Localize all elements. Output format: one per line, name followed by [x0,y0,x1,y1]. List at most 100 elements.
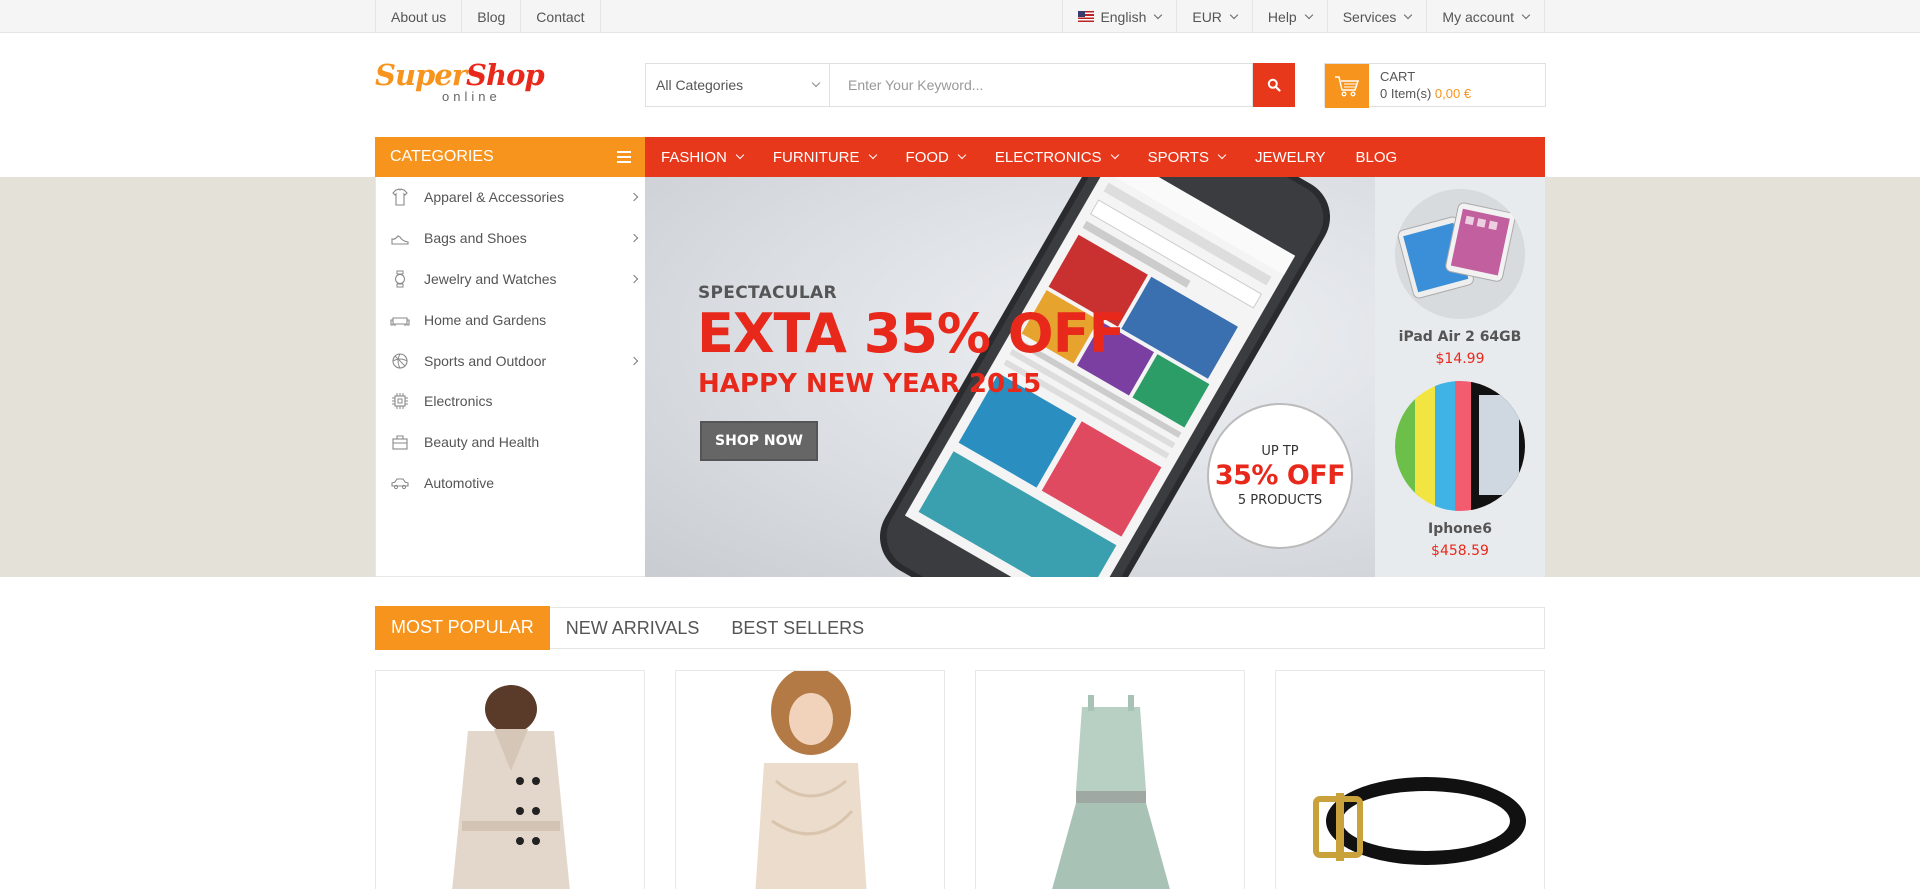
category-item[interactable]: Bags and Shoes [376,218,645,259]
banner-kicker: SPECTACULAR [698,283,837,303]
category-item-label: Apparel & Accessories [424,189,565,206]
chevron-down-icon [1229,10,1239,19]
nav-item-label: FOOD [905,148,949,166]
category-item[interactable]: Home and Gardens [376,299,645,340]
product-card[interactable] [1275,670,1545,889]
product-card[interactable] [975,670,1245,889]
help-label: Help [1267,8,1297,25]
logo-tagline: online [442,89,501,104]
category-item-label: Bags and Shoes [424,230,527,247]
side-product-card[interactable]: iPad Air 2 64GB $14.99 [1375,189,1545,367]
nav-item-food[interactable]: FOOD [905,148,967,166]
contact-link[interactable]: Contact [520,0,601,33]
search-button[interactable] [1253,63,1295,107]
category-select[interactable]: All Categories [645,63,829,107]
hero-banner[interactable]: SPECTACULAR EXTA 35% OFF HAPPY NEW YEAR … [645,177,1375,577]
product-card[interactable] [375,670,645,889]
us-flag-icon [1078,11,1095,22]
search-icon [1267,78,1281,92]
chevron-down-icon [957,150,967,160]
category-menu: Apparel & Accessories Bags and Shoes Jewel… [375,177,645,577]
ball-icon [390,351,410,371]
currency-label: EUR [1192,8,1222,25]
nav-item-label: JEWELRY [1254,148,1326,166]
badge-discount: 35% OFF [1214,460,1346,491]
product-grid [375,670,1545,889]
account-label: My account [1442,8,1514,25]
nav-item-sports[interactable]: SPORTS [1147,148,1227,166]
category-item[interactable]: Automotive [376,463,645,504]
my-account-dropdown[interactable]: My account [1426,0,1545,33]
main-nav: FASHION FURNITURE FOOD ELECTRONICS SPORTS JEW… [645,137,1545,177]
dress-product-image [1052,695,1170,889]
nav-item-label: FURNITURE [772,148,860,166]
chip-icon [390,391,410,411]
side-product-price: $458.59 [1431,543,1489,559]
about-us-link[interactable]: About us [375,0,461,33]
side-product-name: iPad Air 2 64GB [1398,329,1522,345]
product-card[interactable] [675,670,945,889]
chevron-down-icon [1110,150,1119,160]
search-input[interactable] [829,63,1253,107]
shoe-icon [390,228,410,248]
side-product-price: $14.99 [1435,351,1485,367]
discount-badge: UP TP 35% OFF 5 PRODUCTS [1207,403,1353,549]
shop-now-button[interactable]: SHOP NOW [700,421,818,461]
top-bar: About us Blog Contact English EUR Help S… [0,0,1920,33]
category-select-value: All Categories [656,77,744,93]
tab-new-arrivals[interactable]: NEW ARRIVALS [550,607,716,649]
shirt-icon [390,187,410,207]
cart-widget[interactable]: CART 0 Item(s) 0,00 € [1324,63,1546,108]
cart-summary: 0 Item(s) 0,00 € [1380,86,1471,101]
cart-item-count: 0 Item(s) [1380,86,1432,101]
nav-item-blog[interactable]: BLOG [1356,149,1398,166]
category-item[interactable]: Beauty and Health [376,422,645,463]
chevron-down-icon [1304,10,1313,19]
coat-product-image [452,685,570,889]
badge-top-text: UP TP [1261,444,1299,459]
categories-toggle[interactable]: CATEGORIES [375,137,645,177]
chevron-down-icon [735,150,745,160]
category-item[interactable]: Apparel & Accessories [376,177,645,218]
currency-dropdown[interactable]: EUR [1176,0,1252,33]
site-logo[interactable]: SuperShop online [375,58,545,108]
category-item[interactable]: Electronics [376,381,645,422]
cart-total: 0,00 € [1434,86,1472,101]
language-dropdown[interactable]: English [1062,0,1176,33]
chevron-down-icon [1404,10,1413,19]
product-tabs: MOST POPULAR NEW ARRIVALS BEST SELLERS [375,605,1545,650]
help-dropdown[interactable]: Help [1251,0,1327,33]
services-dropdown[interactable]: Services [1326,0,1427,33]
chevron-right-icon [629,233,639,243]
category-item[interactable]: Sports and Outdoor [376,340,645,381]
top-dropdowns: English EUR Help Services My account [1062,0,1545,33]
nav-item-label: FASHION [661,148,727,166]
nav-item-furniture[interactable]: FURNITURE [772,148,877,166]
top-links: About us Blog Contact [375,0,601,33]
car-icon [390,473,410,493]
nav-item-electronics[interactable]: ELECTRONICS [994,148,1119,166]
category-item-label: Beauty and Health [424,434,540,451]
blog-link[interactable]: Blog [461,0,520,33]
category-item-label: Sports and Outdoor [424,352,547,369]
tab-best-sellers[interactable]: BEST SELLERS [715,607,880,649]
tab-most-popular[interactable]: MOST POPULAR [375,605,550,650]
nav-item-label: BLOG [1355,148,1398,166]
chevron-right-icon [629,356,639,365]
nav-item-label: ELECTRONICS [994,148,1102,166]
chevron-down-icon [1521,10,1531,19]
side-promotions: iPad Air 2 64GB $14.99 Iphone6 $458.59 [1375,177,1545,577]
nav-item-label: SPORTS [1147,148,1209,166]
iphone-image [1395,381,1525,511]
watch-icon [390,269,410,289]
side-product-card[interactable]: Iphone6 $458.59 [1375,381,1545,559]
chevron-down-icon [1217,150,1227,160]
chevron-down-icon [811,78,821,88]
nav-item-fashion[interactable]: FASHION [661,148,745,166]
category-item[interactable]: Jewelry and Watches [376,259,645,300]
belt-product-image [1313,777,1526,865]
nav-item-jewelry[interactable]: JEWELRY [1255,149,1326,166]
chevron-right-icon [629,193,639,202]
categories-title: CATEGORIES [390,148,494,165]
side-product-name: Iphone6 [1427,521,1493,537]
